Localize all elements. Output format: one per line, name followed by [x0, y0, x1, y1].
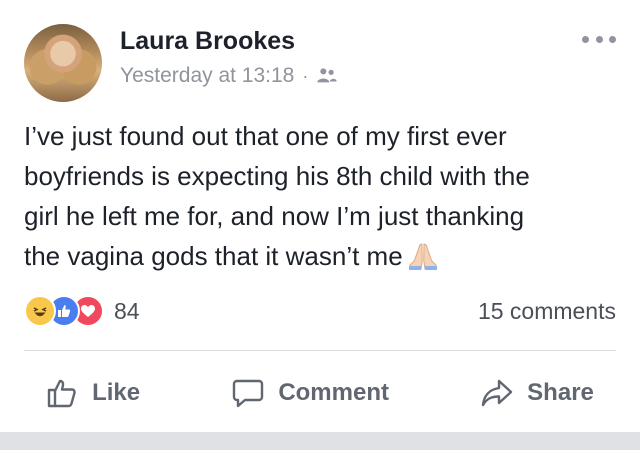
haha-reaction-icon [24, 295, 56, 327]
meta-separator: · [302, 65, 309, 86]
author-avatar[interactable] [24, 24, 102, 102]
comment-label: Comment [278, 379, 389, 406]
more-options-icon[interactable] [582, 32, 616, 46]
post-card: Laura Brookes Yesterday at 13:18 · I’ve … [0, 0, 640, 432]
folded-hands-icon [408, 243, 437, 270]
share-button[interactable]: Share [481, 377, 594, 409]
more-dot [609, 35, 616, 43]
more-dot [582, 35, 589, 43]
comment-icon [233, 379, 264, 408]
feed-separator [0, 432, 640, 450]
more-dot [595, 35, 603, 43]
post-meta: Yesterday at 13:18 · [120, 64, 338, 88]
post-actions: Like Comment Share [0, 368, 640, 418]
post-text-line: boyfriends is expecting his 8th child wi… [24, 161, 530, 191]
post-text-last-line: the vagina gods that it wasn’t me [24, 241, 403, 271]
comment-button[interactable]: Comment [232, 377, 389, 409]
friends-icon[interactable] [316, 66, 338, 86]
comments-count[interactable]: 15 comments [478, 298, 616, 325]
share-label: Share [527, 379, 594, 406]
actions-divider [24, 350, 616, 351]
thumbs-up-icon [47, 379, 76, 408]
post-text: I’ve just found out that one of my first… [24, 116, 614, 276]
post-text-line: girl he left me for, and now I’m just th… [24, 201, 525, 231]
author-name[interactable]: Laura Brookes [120, 27, 295, 56]
post-text-line: I’ve just found out that one of my first… [24, 121, 507, 151]
reaction-count: 84 [114, 297, 140, 324]
reactions-summary[interactable]: 84 [24, 295, 140, 327]
post-timestamp[interactable]: Yesterday at 13:18 [120, 64, 294, 88]
post-text-line: the vagina gods that it wasn’t me [24, 236, 614, 276]
like-button[interactable]: Like [46, 377, 140, 409]
share-arrow-icon [481, 379, 513, 407]
like-label: Like [92, 379, 141, 406]
